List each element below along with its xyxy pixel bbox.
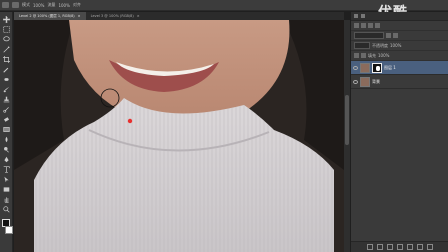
fill-row: 填充 100% [351,51,448,61]
hand-tool-icon[interactable] [2,195,11,203]
filter-icon[interactable] [393,33,398,38]
zoom-tool-icon[interactable] [2,205,11,213]
tab-label: Level 3 @ 100% (RGB/8) [90,14,134,18]
layers-panel-footer [351,241,448,252]
adjust-icon[interactable] [361,23,366,28]
fill-label: 填充 [368,52,376,58]
flow-option[interactable]: 100% [58,3,69,8]
shape-tool-icon[interactable] [2,185,11,193]
brush-preset-icon[interactable] [2,2,9,8]
path-selection-tool-icon[interactable] [2,175,11,183]
eraser-tool-icon[interactable] [2,115,11,123]
type-tool-icon[interactable] [2,165,11,173]
tools-panel [0,12,13,252]
move-tool-icon[interactable] [2,15,11,23]
eyedropper-tool-icon[interactable] [2,65,11,73]
adjust-row [351,21,448,31]
panel-header [351,12,448,21]
new-layer-icon[interactable] [416,244,423,250]
close-icon[interactable]: × [78,14,81,18]
clone-stamp-tool-icon[interactable] [2,95,11,103]
eye-icon[interactable] [353,65,358,70]
layer-name: 图层 1 [384,64,396,70]
tab-level-3[interactable]: Level 3 @ 100% (RGB/8) × [86,12,145,20]
adjust-icon[interactable] [354,23,359,28]
magic-wand-tool-icon[interactable] [2,45,11,53]
blur-tool-icon[interactable] [2,135,11,143]
brush-size-icon[interactable] [12,2,19,8]
adjust-icon[interactable] [368,23,373,28]
brush-marker [127,118,133,124]
filter-icon[interactable] [386,33,391,38]
opacity-value[interactable]: 100% [390,43,401,48]
panel-menu-icon[interactable] [354,14,358,18]
gradient-tool-icon[interactable] [2,125,11,133]
layer-thumbnail [360,62,370,73]
tab-label: Level 2 @ 100% (图层 1, RGB/8) [19,14,75,18]
right-panels: 不透明度 100% 填充 100% 图层 1 背景 [351,12,448,252]
new-group-icon[interactable] [406,244,413,250]
flow-label: 流量 [47,2,56,7]
close-icon[interactable]: × [137,14,140,18]
crop-tool-icon[interactable] [2,55,11,63]
scrollbar-thumb[interactable] [345,95,349,145]
align-option[interactable]: 对齐 [73,2,81,8]
vertical-scrollbar[interactable] [344,20,350,252]
canvas-image [14,20,344,252]
blend-mode-select[interactable] [354,42,370,49]
tab-level-2[interactable]: Level 2 @ 100% (图层 1, RGB/8) × [14,12,86,20]
brush-tool-icon[interactable] [2,85,11,93]
layer-style-icon[interactable] [376,244,383,250]
eye-icon[interactable] [353,79,358,84]
document-canvas[interactable] [14,20,344,252]
mode-label: 模式 [22,2,30,7]
add-mask-icon[interactable] [386,244,393,250]
fill-value[interactable]: 100% [378,53,389,58]
opacity-option[interactable]: 100% [33,3,44,8]
marquee-tool-icon[interactable] [2,25,11,33]
opacity-label: 不透明度 [372,42,388,48]
healing-brush-tool-icon[interactable] [2,75,11,83]
lock-icon[interactable] [361,53,366,58]
lasso-tool-icon[interactable] [2,35,11,43]
background-color-swatch[interactable] [4,226,13,234]
layer-filter-select[interactable] [354,32,384,39]
layer-name: 背景 [372,78,380,84]
layer-mask-thumbnail[interactable] [372,62,382,73]
adjustment-layer-icon[interactable] [396,244,403,250]
filter-row [351,31,448,41]
layer-row-layer1[interactable]: 图层 1 [351,61,448,75]
panel-collapse-icon[interactable] [361,14,365,18]
document-tabs: Level 2 @ 100% (图层 1, RGB/8) × Level 3 @ … [14,12,344,20]
layer-row-background[interactable]: 背景 [351,75,448,89]
history-brush-tool-icon[interactable] [2,105,11,113]
opacity-row: 不透明度 100% [351,41,448,51]
link-layers-icon[interactable] [366,244,373,250]
layer-thumbnail [360,76,370,87]
pen-tool-icon[interactable] [2,155,11,163]
trash-icon[interactable] [426,244,433,250]
dodge-tool-icon[interactable] [2,145,11,153]
lock-icon[interactable] [354,53,359,58]
adjust-icon[interactable] [375,23,380,28]
